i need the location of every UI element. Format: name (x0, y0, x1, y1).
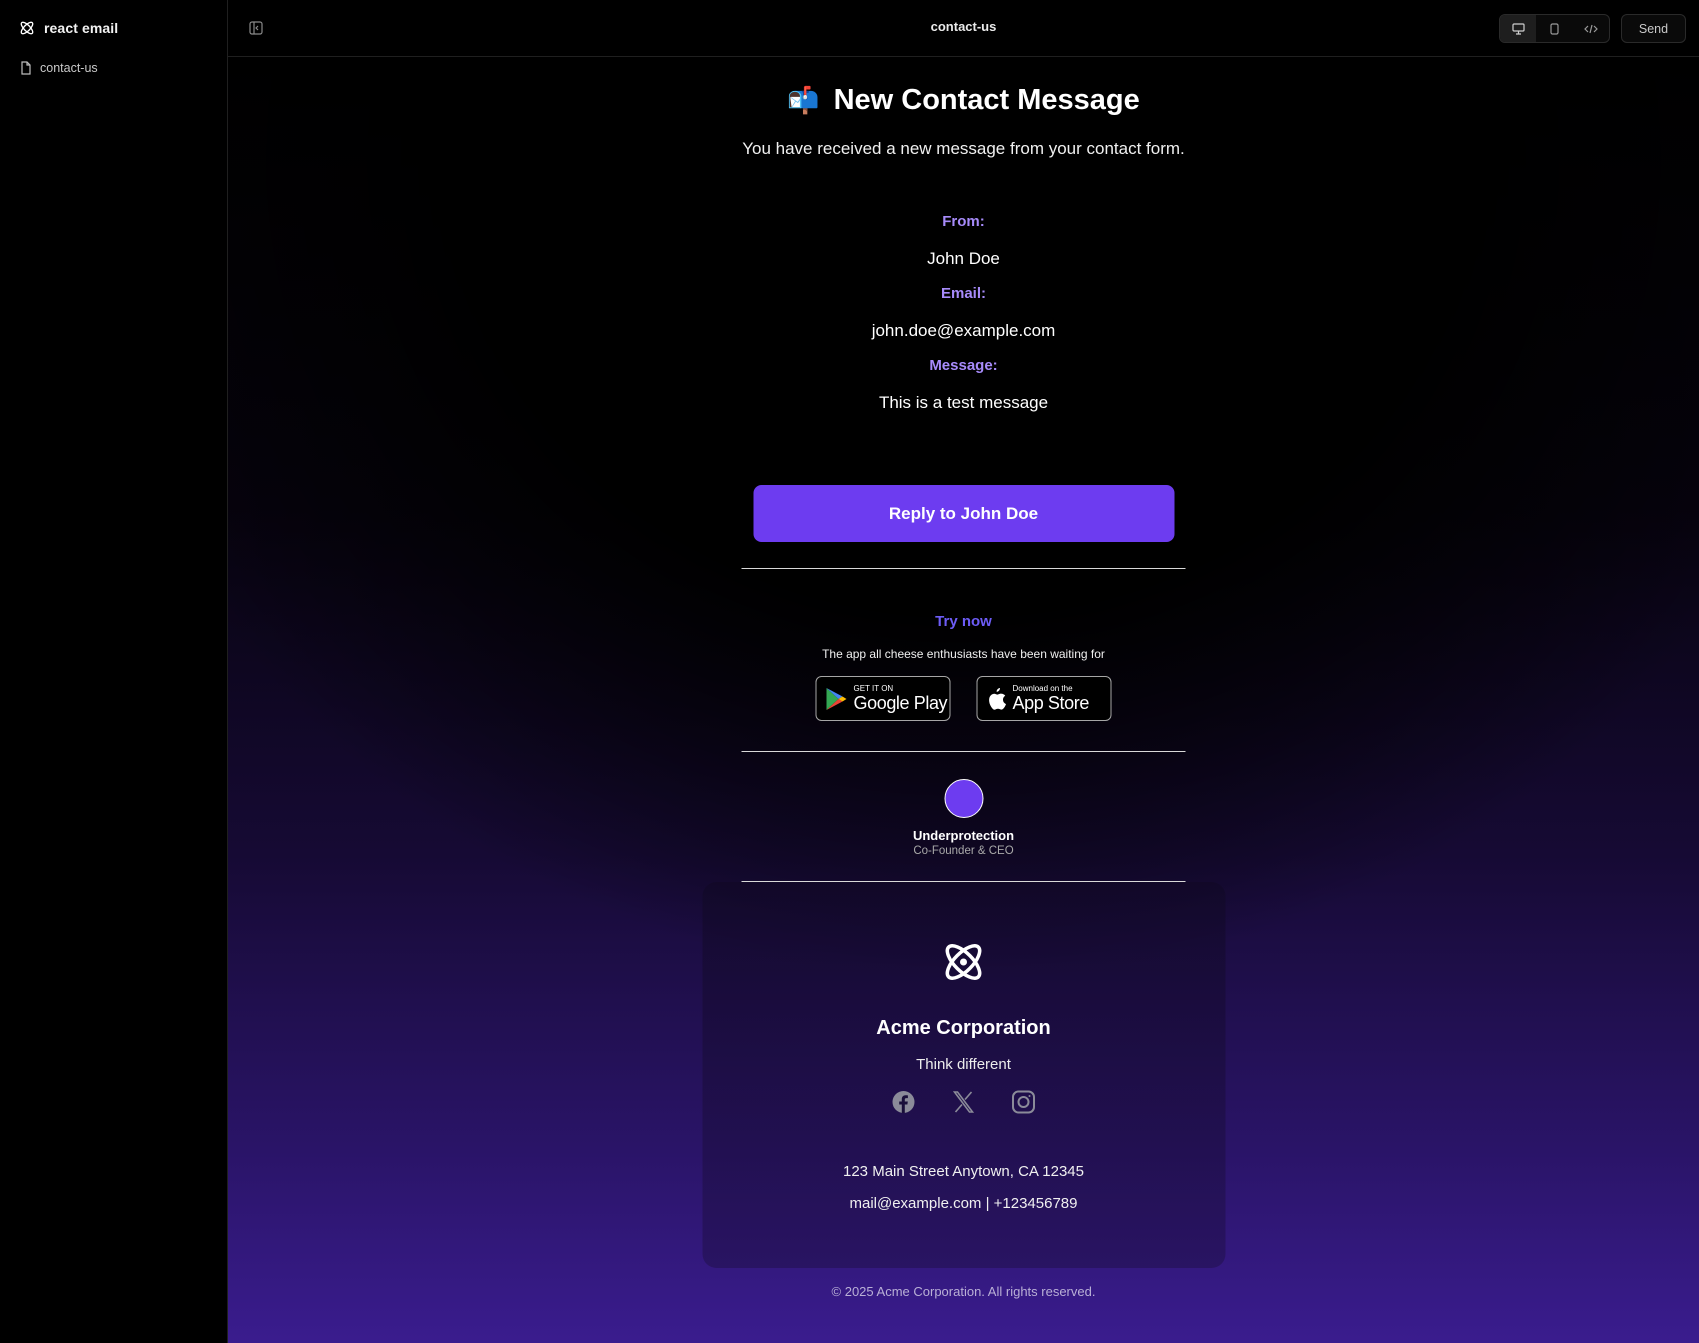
desktop-icon (1512, 22, 1525, 35)
company-slogan: Think different (916, 1056, 1011, 1073)
email-body: 📬 New Contact Message You have received … (691, 58, 1236, 1299)
headline: 📬 New Contact Message (691, 84, 1236, 117)
from-value: John Doe (927, 249, 1000, 268)
sidebar: react email contact-us (0, 0, 228, 1343)
from-label: From: (942, 213, 985, 230)
sidebar-item-label: contact-us (40, 61, 98, 75)
store-badges: GET IT ON Google Play Download on the Ap… (691, 676, 1236, 721)
avatar (944, 779, 983, 818)
email-value[interactable]: john.doe@example.com (691, 321, 1236, 341)
company-name: Acme Corporation (876, 1017, 1051, 1039)
mailbox-icon: 📬 (787, 85, 820, 115)
app-store-badge[interactable]: Download on the App Store (976, 676, 1112, 721)
view-mode-toggle (1499, 14, 1610, 43)
desktop-view-button[interactable] (1500, 15, 1537, 42)
divider (741, 751, 1186, 752)
headline-text: New Contact Message (833, 84, 1140, 116)
message-label: Message: (929, 357, 998, 374)
code-icon (1583, 24, 1598, 33)
react-email-logo-icon (20, 21, 34, 35)
code-view-button[interactable] (1573, 15, 1609, 42)
try-now-link[interactable]: Try now (691, 613, 1236, 630)
intro-text: You have received a new message from you… (742, 139, 1185, 158)
app-store-small-text: Download on the (1012, 684, 1073, 693)
x-icon[interactable] (951, 1089, 977, 1115)
facebook-icon[interactable] (891, 1089, 917, 1115)
email-preview: 📬 New Contact Message You have received … (228, 58, 1699, 1343)
mobile-view-button[interactable] (1536, 15, 1572, 42)
company-contact[interactable]: mail@example.com | +123456789 (702, 1195, 1225, 1212)
signature-role: Co-Founder & CEO (913, 845, 1014, 857)
file-icon (21, 61, 31, 75)
instagram-icon[interactable] (1011, 1089, 1037, 1115)
google-play-text: Google Play (853, 693, 948, 713)
reply-button[interactable]: Reply to John Doe (753, 485, 1174, 542)
promo-tagline: The app all cheese enthusiasts have been… (822, 647, 1105, 661)
sidebar-item-contact-us[interactable]: contact-us (20, 61, 98, 75)
message-fields: From: John Doe Email: john.doe@example.c… (691, 213, 1236, 413)
google-play-small-text: GET IT ON (853, 684, 894, 693)
company-address: 123 Main Street Anytown, CA 12345 (843, 1163, 1084, 1180)
brand[interactable]: react email (18, 19, 118, 37)
signature-name: Underprotection (912, 828, 1015, 843)
apple-icon (989, 687, 1006, 710)
company-logo-icon (945, 944, 982, 980)
email-label: Email: (940, 285, 986, 302)
google-play-badge[interactable]: GET IT ON Google Play (815, 676, 951, 721)
topbar: contact-us Send (228, 0, 1699, 57)
mobile-icon (1550, 22, 1559, 35)
app-store-text: App Store (1012, 693, 1090, 713)
social-links (702, 1089, 1225, 1115)
template-title: contact-us (930, 19, 997, 34)
brand-name: react email (44, 20, 119, 36)
divider (741, 568, 1186, 569)
send-button[interactable]: Send (1621, 14, 1686, 43)
footer-card: Acme Corporation Think different 123 Mai… (702, 882, 1225, 1268)
copyright: © 2025 Acme Corporation. All rights rese… (831, 1284, 1096, 1299)
message-value: This is a test message (878, 393, 1049, 412)
google-play-icon (826, 687, 847, 710)
